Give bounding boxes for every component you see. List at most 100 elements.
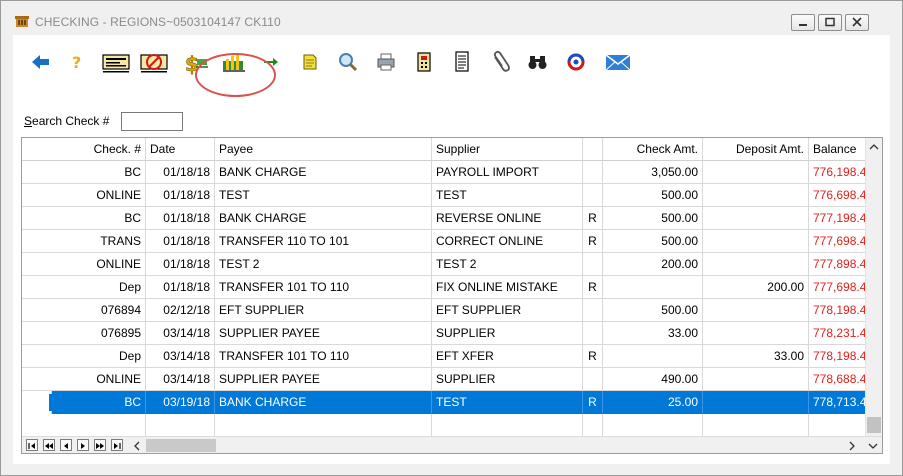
cell-check-amount[interactable]	[603, 276, 703, 299]
cell-date[interactable]: 01/18/18	[146, 184, 215, 207]
cell-date[interactable]: 03/14/18	[146, 322, 215, 345]
cell-check-amount[interactable]: 490.00	[603, 368, 703, 391]
column-header-date[interactable]: Date	[146, 138, 215, 161]
cell-balance[interactable]	[809, 414, 867, 437]
column-header-supplier[interactable]: Supplier	[432, 138, 583, 161]
cell-reversal-flag[interactable]	[583, 253, 603, 276]
scroll-left-icon[interactable]	[133, 441, 141, 451]
column-header-balance[interactable]: Balance	[809, 138, 867, 161]
cell-check-number[interactable]: ONLINE	[22, 184, 146, 207]
cell-check-number[interactable]: 076894	[22, 299, 146, 322]
maximize-button[interactable]	[818, 14, 842, 31]
close-button[interactable]	[845, 14, 869, 31]
next-page-button[interactable]	[94, 439, 106, 451]
cell-deposit-amount[interactable]	[703, 207, 809, 230]
table-row[interactable]: Dep 01/18/18 TRANSFER 101 TO 110 FIX ONLINE…	[22, 276, 867, 299]
cell-date[interactable]: 02/12/18	[146, 299, 215, 322]
cell-reversal-flag[interactable]: R	[583, 276, 603, 299]
next-record-button[interactable]	[77, 439, 89, 451]
cell-reversal-flag[interactable]	[583, 161, 603, 184]
cell-check-number[interactable]: ONLINE	[22, 368, 146, 391]
cell-deposit-amount[interactable]	[703, 368, 809, 391]
column-header-deposit-amount[interactable]: Deposit Amt.	[703, 138, 809, 161]
cell-balance[interactable]: 778,198.44	[809, 299, 867, 322]
cell-balance[interactable]: 778,198.44	[809, 345, 867, 368]
cell-payee[interactable]: EFT SUPPLIER	[215, 299, 432, 322]
search-button[interactable]	[331, 45, 365, 79]
cell-deposit-amount[interactable]	[703, 414, 809, 437]
cell-payee[interactable]: TRANSFER 101 TO 110	[215, 276, 432, 299]
find-button[interactable]	[521, 45, 555, 79]
table-row[interactable]: ONLINE01/18/18TESTTEST500.00776,698.44	[22, 184, 867, 207]
cell-payee[interactable]: TEST	[215, 184, 432, 207]
cell-reversal-flag[interactable]: R	[583, 207, 603, 230]
cell-date[interactable]: 03/14/18	[146, 368, 215, 391]
cell-supplier[interactable]: REVERSE ONLINE	[432, 207, 583, 230]
table-row[interactable]: BC 01/18/18 BANK CHARGE PAYROLL IMPORT 3,050…	[22, 161, 867, 184]
cell-deposit-amount[interactable]: 33.00	[703, 345, 809, 368]
cell-balance[interactable]: 778,713.44	[809, 391, 867, 414]
cell-payee[interactable]: TRANSFER 110 TO 101	[215, 230, 432, 253]
cell-reversal-flag[interactable]	[583, 299, 603, 322]
table-row[interactable]: ONLINE 01/18/18 TEST 2 TEST 2 200.00 777,898.…	[22, 253, 867, 276]
email-button[interactable]	[601, 45, 635, 79]
help-button[interactable]: ?	[59, 45, 93, 79]
search-check-input[interactable]	[121, 112, 183, 131]
refresh-button[interactable]	[559, 45, 593, 79]
minimize-button[interactable]	[791, 14, 815, 31]
cell-check-amount[interactable]: 200.00	[603, 253, 703, 276]
cell-reversal-flag[interactable]	[583, 322, 603, 345]
table-row[interactable]	[22, 414, 867, 437]
cell-deposit-amount[interactable]	[703, 322, 809, 345]
cell-date[interactable]: 01/18/18	[146, 276, 215, 299]
cell-reversal-flag[interactable]	[583, 414, 603, 437]
cell-check-number[interactable]: Dep	[22, 345, 146, 368]
cell-supplier[interactable]	[432, 414, 583, 437]
note-button[interactable]	[293, 45, 327, 79]
cell-balance[interactable]: 777,198.44	[809, 207, 867, 230]
cell-date[interactable]	[146, 414, 215, 437]
cell-check-number[interactable]	[22, 414, 146, 437]
cell-reversal-flag[interactable]: R	[583, 391, 603, 414]
cell-supplier[interactable]: PAYROLL IMPORT	[432, 161, 583, 184]
cell-deposit-amount[interactable]	[703, 230, 809, 253]
column-header-check-amount[interactable]: Check Amt.	[603, 138, 703, 161]
scroll-up-icon[interactable]	[869, 143, 879, 151]
cell-check-amount[interactable]	[603, 414, 703, 437]
cell-payee[interactable]: TRANSFER 101 TO 110	[215, 345, 432, 368]
cell-supplier[interactable]: EFT XFER	[432, 345, 583, 368]
cell-payee[interactable]: BANK CHARGE	[215, 391, 432, 414]
cell-check-amount[interactable]: 500.00	[603, 184, 703, 207]
table-row-selected[interactable]: BC 03/19/18 BANK CHARGE TEST R 25.00 778,713.4…	[22, 391, 867, 414]
cell-supplier[interactable]: SUPPLIER	[432, 322, 583, 345]
cell-supplier[interactable]: SUPPLIER	[432, 368, 583, 391]
cell-deposit-amount[interactable]	[703, 253, 809, 276]
table-row[interactable]: ONLINE 03/14/18 SUPPLIER PAYEE SUPPLIER 490.…	[22, 368, 867, 391]
cell-check-amount[interactable]: 500.00	[603, 299, 703, 322]
table-row[interactable]: BC 01/18/18 BANK CHARGE REVERSE ONLINE R 500.…	[22, 207, 867, 230]
cell-payee[interactable]: BANK CHARGE	[215, 161, 432, 184]
cell-supplier[interactable]: FIX ONLINE MISTAKE	[432, 276, 583, 299]
attachment-button[interactable]	[483, 45, 517, 79]
cell-balance[interactable]: 777,898.44	[809, 253, 867, 276]
previous-record-button[interactable]	[60, 439, 72, 451]
column-header-check-number[interactable]: Check. #	[22, 138, 146, 161]
cell-reversal-flag[interactable]: R	[583, 230, 603, 253]
back-button[interactable]	[23, 45, 57, 79]
void-check-button[interactable]	[137, 45, 171, 79]
scroll-right-icon[interactable]	[848, 441, 856, 451]
cell-deposit-amount[interactable]	[703, 299, 809, 322]
cell-balance[interactable]: 776,698.44	[809, 184, 867, 207]
previous-page-button[interactable]	[43, 439, 55, 451]
cell-reversal-flag[interactable]	[583, 368, 603, 391]
cell-date[interactable]: 01/18/18	[146, 207, 215, 230]
cell-check-amount[interactable]: 3,050.00	[603, 161, 703, 184]
horizontal-scroll-thumb[interactable]	[146, 439, 216, 452]
cell-supplier[interactable]: EFT SUPPLIER	[432, 299, 583, 322]
cell-check-amount[interactable]: 33.00	[603, 322, 703, 345]
cell-check-number[interactable]: 076895	[22, 322, 146, 345]
cell-balance[interactable]: 778,688.44	[809, 368, 867, 391]
cell-supplier[interactable]: TEST	[432, 391, 583, 414]
cell-check-number[interactable]: BC	[22, 207, 146, 230]
cell-balance[interactable]: 776,198.44	[809, 161, 867, 184]
